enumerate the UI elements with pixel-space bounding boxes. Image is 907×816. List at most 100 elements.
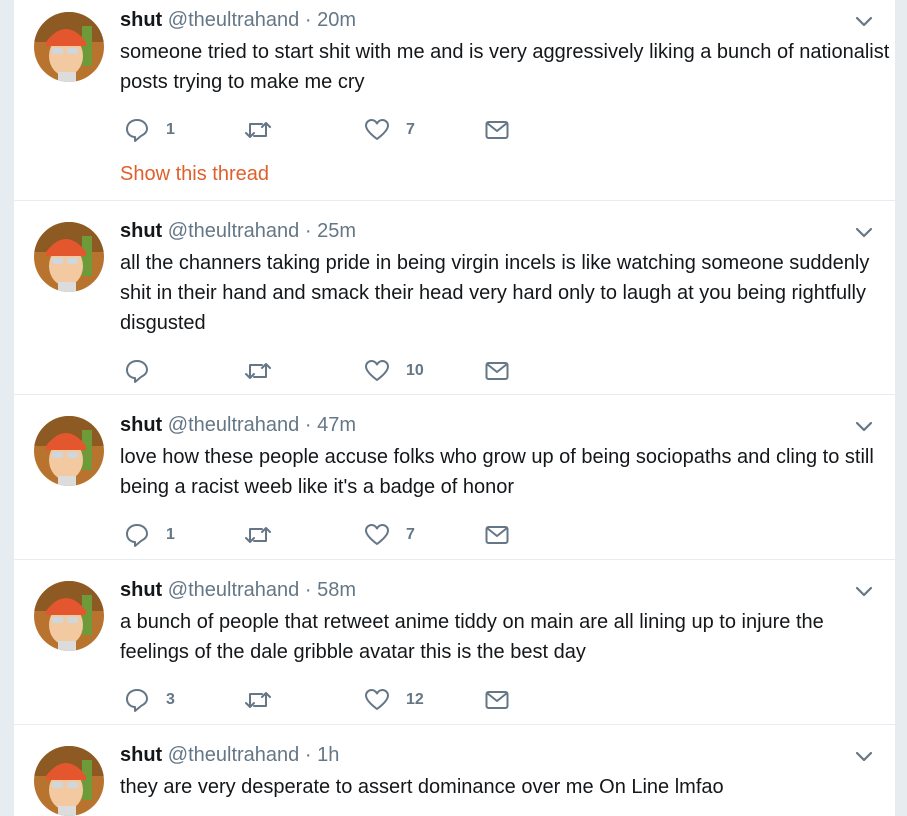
direct-message-button[interactable] xyxy=(484,117,510,143)
retweet-button[interactable] xyxy=(244,687,288,713)
avatar[interactable] xyxy=(34,416,104,486)
like-button[interactable]: 10 xyxy=(364,358,424,384)
tweet-text: a bunch of people that retweet anime tid… xyxy=(120,611,824,663)
direct-message-button[interactable] xyxy=(484,358,510,384)
separator-dot: · xyxy=(304,414,312,436)
reply-button[interactable]: 3 xyxy=(124,687,175,713)
avatar-image xyxy=(34,581,104,651)
like-button[interactable]: 7 xyxy=(364,522,415,548)
tweet-menu-button[interactable] xyxy=(853,221,875,243)
tweet-actions: 10 xyxy=(120,358,620,384)
like-icon xyxy=(365,360,389,381)
message-icon xyxy=(485,121,509,139)
like-button[interactable]: 12 xyxy=(364,687,424,713)
tweet-actions: 1 7 xyxy=(120,117,620,143)
reply-button[interactable]: 1 xyxy=(124,522,175,548)
tweet-header: shut @theultrahand · 47m xyxy=(120,412,356,438)
like-icon xyxy=(365,689,389,710)
user-handle[interactable]: @theultrahand xyxy=(168,414,300,436)
direct-message-button[interactable] xyxy=(484,687,510,713)
reply-count: 1 xyxy=(166,121,175,138)
tweet-actions: 1 7 xyxy=(120,522,620,548)
avatar-image xyxy=(34,416,104,486)
tweet-text: they are very desperate to assert domina… xyxy=(120,776,724,798)
like-count: 7 xyxy=(406,526,415,543)
reply-icon xyxy=(126,524,148,547)
direct-message-button[interactable] xyxy=(484,522,510,548)
reply-button[interactable] xyxy=(124,358,166,384)
avatar[interactable] xyxy=(34,581,104,651)
user-handle[interactable]: @theultrahand xyxy=(168,220,300,242)
user-handle[interactable]: @theultrahand xyxy=(168,744,300,766)
chevron-down-icon xyxy=(855,227,873,238)
timestamp[interactable]: 1h xyxy=(317,744,339,766)
display-name[interactable]: shut xyxy=(120,9,162,31)
tweet[interactable]: shut @theultrahand · 25m all the channer… xyxy=(14,201,895,395)
tweet-menu-button[interactable] xyxy=(853,10,875,32)
separator-dot: · xyxy=(304,579,312,601)
timestamp[interactable]: 20m xyxy=(317,9,356,31)
tweet[interactable]: shut @theultrahand · 58m a bunch of peop… xyxy=(14,560,895,725)
separator-dot: · xyxy=(304,220,312,242)
tweet-menu-button[interactable] xyxy=(853,745,875,767)
tweet-text: all the channers taking pride in being v… xyxy=(120,252,870,334)
user-handle[interactable]: @theultrahand xyxy=(168,579,300,601)
chevron-down-icon xyxy=(855,16,873,27)
chevron-down-icon xyxy=(855,751,873,762)
avatar[interactable] xyxy=(34,746,104,816)
retweet-icon xyxy=(245,363,271,379)
tweet-text: love how these people accuse folks who g… xyxy=(120,446,874,498)
reply-icon xyxy=(126,119,148,142)
reply-count: 1 xyxy=(166,526,175,543)
like-count: 12 xyxy=(406,691,424,708)
retweet-button[interactable] xyxy=(244,522,288,548)
retweet-icon xyxy=(245,692,271,708)
reply-button[interactable]: 1 xyxy=(124,117,175,143)
avatar-image xyxy=(34,12,104,82)
timestamp[interactable]: 58m xyxy=(317,579,356,601)
chevron-down-icon xyxy=(855,586,873,597)
timestamp[interactable]: 47m xyxy=(317,414,356,436)
like-button[interactable]: 7 xyxy=(364,117,415,143)
reply-icon xyxy=(126,360,148,383)
message-icon xyxy=(485,691,509,709)
tweet[interactable]: shut @theultrahand · 1h they are very de… xyxy=(14,725,895,816)
timeline: shut @theultrahand · 20m someone tried t… xyxy=(14,0,895,816)
avatar[interactable] xyxy=(34,222,104,292)
tweet-header: shut @theultrahand · 25m xyxy=(120,218,356,244)
retweet-icon xyxy=(245,527,271,543)
avatar-image xyxy=(34,222,104,292)
tweet-header: shut @theultrahand · 58m xyxy=(120,577,356,603)
reply-icon xyxy=(126,689,148,712)
tweet-header: shut @theultrahand · 20m xyxy=(120,7,356,33)
tweet[interactable]: shut @theultrahand · 20m someone tried t… xyxy=(14,0,895,201)
reply-count: 3 xyxy=(166,691,175,708)
like-count: 7 xyxy=(406,121,415,138)
timestamp[interactable]: 25m xyxy=(317,220,356,242)
like-count: 10 xyxy=(406,362,424,379)
tweet[interactable]: shut @theultrahand · 47m love how these … xyxy=(14,395,895,560)
tweet-menu-button[interactable] xyxy=(853,580,875,602)
message-icon xyxy=(485,362,509,380)
display-name[interactable]: shut xyxy=(120,414,162,436)
user-handle[interactable]: @theultrahand xyxy=(168,9,300,31)
display-name[interactable]: shut xyxy=(120,744,162,766)
like-icon xyxy=(365,119,389,140)
tweet-menu-button[interactable] xyxy=(853,415,875,437)
separator-dot: · xyxy=(304,744,312,766)
avatar[interactable] xyxy=(34,12,104,82)
like-icon xyxy=(365,524,389,545)
display-name[interactable]: shut xyxy=(120,220,162,242)
avatar-image xyxy=(34,746,104,816)
separator-dot: · xyxy=(304,9,312,31)
tweet-header: shut @theultrahand · 1h xyxy=(120,742,339,768)
retweet-button[interactable] xyxy=(244,117,288,143)
tweet-actions: 3 12 xyxy=(120,687,620,713)
chevron-down-icon xyxy=(855,421,873,432)
message-icon xyxy=(485,526,509,544)
retweet-icon xyxy=(245,122,271,138)
display-name[interactable]: shut xyxy=(120,579,162,601)
show-thread-link[interactable]: Show this thread xyxy=(120,161,269,187)
tweet-text: someone tried to start shit with me and … xyxy=(120,41,890,93)
retweet-button[interactable] xyxy=(244,358,288,384)
